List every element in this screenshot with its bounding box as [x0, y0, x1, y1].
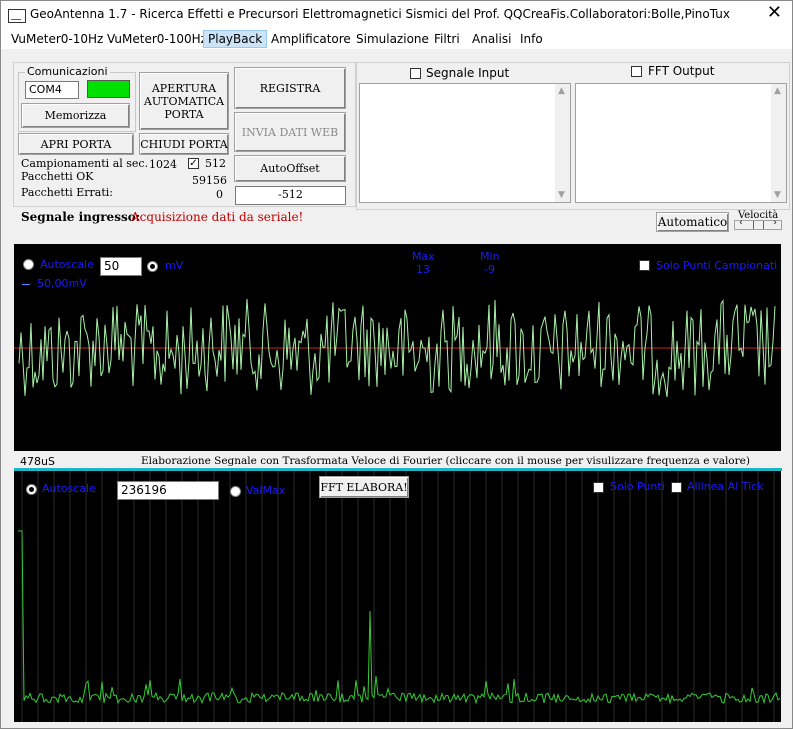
- allinea-tick-checkbox[interactable]: [671, 482, 682, 493]
- scope-scale-text: 50,00mV: [37, 277, 87, 290]
- time-label: 478uS: [20, 455, 55, 468]
- velocita-right-icon[interactable]: ›: [773, 218, 777, 228]
- fft-elabora-button[interactable]: FFT ELABORA!: [319, 476, 409, 498]
- allinea-tick-label: Allinea Al Tick: [687, 480, 764, 493]
- max-value: 13: [416, 263, 430, 276]
- chiudi-porta-button[interactable]: CHIUDI PORTA: [139, 133, 229, 155]
- registra-button[interactable]: REGISTRA: [234, 67, 346, 109]
- title-bar: GeoAntenna 1.7 - Ricerca Effetti e Precu…: [1, 1, 792, 29]
- min-value: -9: [484, 263, 495, 276]
- segnale-input-checkbox[interactable]: [410, 68, 421, 79]
- check-512-checkbox[interactable]: ✓: [188, 158, 199, 169]
- fft-output-label: FFT Output: [648, 64, 715, 78]
- scope-unit-label: mV: [165, 259, 184, 272]
- pacchetti-ok-label: Pacchetti OK: [21, 170, 94, 183]
- fft-solo-punti-label: Solo Punti: [610, 480, 665, 493]
- autooffset-button[interactable]: AutoOffset: [234, 155, 346, 182]
- segnale-input-list[interactable]: ▲ ▼: [359, 83, 571, 203]
- scope-solo-punti-checkbox[interactable]: [639, 260, 650, 271]
- fft-output-list[interactable]: ▲ ▼: [575, 83, 787, 203]
- velocita-slider[interactable]: ‹ ›: [734, 218, 782, 230]
- check-512-label: 512: [205, 157, 226, 170]
- automatico-button[interactable]: Automatico: [656, 212, 729, 232]
- app-icon: [8, 9, 26, 23]
- scroll-down-icon[interactable]: ▼: [774, 190, 781, 200]
- segnale-ingresso-label: Segnale ingresso:: [21, 210, 141, 224]
- segnale-ingresso-value: Acquisizione dati da seriale!: [131, 210, 304, 224]
- valmax-radio[interactable]: [230, 486, 241, 497]
- fft-autoscale-label: Autoscale: [42, 482, 96, 495]
- velocita-tick: [763, 221, 764, 229]
- scroll-down-icon[interactable]: ▼: [558, 190, 565, 200]
- campionamenti-label: Campionamenti al sec.: [21, 157, 149, 170]
- velocita-tick: [753, 221, 754, 229]
- apri-porta-button[interactable]: APRI PORTA: [18, 133, 134, 155]
- fft-panel[interactable]: [14, 471, 781, 722]
- menu-amplificatore[interactable]: Amplificatore: [267, 31, 355, 47]
- offset-field[interactable]: -512: [235, 186, 346, 205]
- scroll-up-icon[interactable]: ▲: [558, 86, 565, 96]
- apertura-automatica-button[interactable]: APERTURA AUTOMATICA PORTA: [139, 72, 229, 130]
- menu-playback[interactable]: PlayBack: [203, 30, 268, 48]
- menu-vumeter-10hz[interactable]: VuMeter0-10Hz: [7, 31, 107, 47]
- scope-scale-field[interactable]: 50: [100, 257, 142, 276]
- apertura-line2: AUTOMATICA: [143, 94, 225, 108]
- fft-trace[interactable]: [14, 471, 781, 722]
- menu-bar: VuMeter0-10Hz VuMeter0-100Hz PlayBack Am…: [1, 29, 792, 49]
- fft-scale-field[interactable]: 236196: [117, 481, 219, 500]
- pacchetti-ok-value: 59156: [192, 174, 227, 187]
- scope-autoscale-radio[interactable]: [23, 259, 34, 270]
- pacchetti-errati-label: Pacchetti Errati:: [21, 186, 113, 199]
- menu-vumeter-100hz[interactable]: VuMeter0-100Hz: [103, 31, 211, 47]
- invia-dati-web-button[interactable]: INVIA DATI WEB: [234, 112, 346, 152]
- comunicazioni-title: Comunicazioni: [25, 65, 110, 78]
- scope-solo-punti-label: Solo Punti Campionati: [656, 259, 778, 272]
- fft-solo-punti-checkbox[interactable]: [593, 482, 604, 493]
- segnale-input-scrollbar[interactable]: ▲ ▼: [555, 84, 570, 202]
- min-label: Min: [480, 250, 500, 263]
- fft-output-checkbox[interactable]: [631, 66, 642, 77]
- memorizza-button[interactable]: Memorizza: [21, 103, 130, 128]
- connection-status-indicator: [87, 80, 130, 98]
- max-label: Max: [412, 250, 435, 263]
- fft-spectrum: [18, 530, 781, 705]
- velocita-left-icon[interactable]: ‹: [739, 218, 743, 228]
- close-icon[interactable]: ✕: [767, 4, 782, 22]
- window-title: GeoAntenna 1.7 - Ricerca Effetti e Precu…: [30, 7, 730, 21]
- menu-analisi[interactable]: Analisi: [468, 31, 515, 47]
- fft-autoscale-radio[interactable]: [26, 484, 37, 495]
- scroll-up-icon[interactable]: ▲: [774, 86, 781, 96]
- menu-info[interactable]: Info: [516, 31, 547, 47]
- campionamenti-value: 1024: [149, 158, 177, 171]
- scope-scale-marker: [22, 284, 30, 285]
- menu-filtri[interactable]: Filtri: [430, 31, 464, 47]
- fft-caption: Elaborazione Segnale con Trasformata Vel…: [141, 455, 750, 467]
- pacchetti-errati-value: 0: [216, 188, 223, 201]
- fft-output-scrollbar[interactable]: ▲ ▼: [771, 84, 786, 202]
- apertura-line1: APERTURA: [151, 81, 217, 95]
- apertura-line3: PORTA: [164, 107, 204, 121]
- port-field[interactable]: COM4: [25, 81, 79, 99]
- valmax-label: ValMax: [246, 484, 286, 497]
- segnale-input-label: Segnale Input: [426, 66, 510, 80]
- menu-simulazione[interactable]: Simulazione: [352, 31, 433, 47]
- main-window: GeoAntenna 1.7 - Ricerca Effetti e Precu…: [0, 0, 793, 729]
- scope-mv-radio[interactable]: [147, 261, 158, 272]
- scope-autoscale-label: Autoscale: [40, 258, 94, 271]
